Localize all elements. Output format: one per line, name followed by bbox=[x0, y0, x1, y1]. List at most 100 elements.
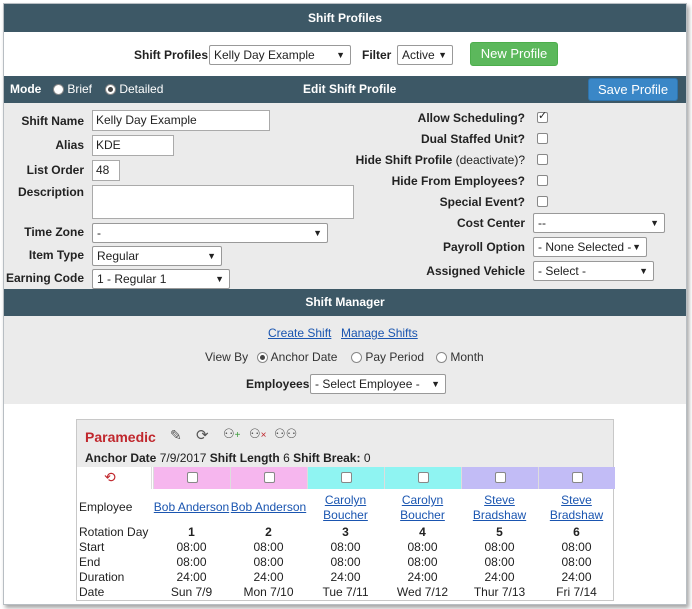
rotation-day-column: Bob Anderson 2 08:00 08:00 24:00 Mon 7/10 bbox=[230, 420, 307, 600]
employees-select[interactable]: - Select Employee - ▼ bbox=[310, 374, 446, 394]
time-zone-label: Time Zone bbox=[24, 225, 84, 239]
employee-name: Bob Anderson bbox=[153, 500, 230, 514]
rotation-day-value: 2 bbox=[265, 525, 272, 539]
employee-link[interactable]: Bob Anderson bbox=[153, 500, 230, 515]
payroll-option-value: - None Selected - bbox=[538, 240, 632, 254]
day-color-header bbox=[538, 467, 615, 489]
rotation-day-column: Carolyn Boucher 4 08:00 08:00 24:00 Wed 7/12 bbox=[384, 420, 461, 600]
rotation-grid: Paramedic ✎ ⟳ ⚇+ ⚇× ⚇⚇ Anchor Date 7/9/2… bbox=[76, 419, 615, 601]
create-shift-link[interactable]: Create Shift bbox=[268, 326, 331, 340]
employee-name: Steve Bradshaw bbox=[549, 493, 604, 522]
assigned-vehicle-value: - Select - bbox=[538, 264, 587, 278]
mode-brief-option[interactable]: Brief bbox=[53, 82, 92, 96]
dual-staffed-label: Dual Staffed Unit? bbox=[421, 132, 525, 146]
duration-value: 24:00 bbox=[253, 570, 284, 584]
time-zone-select[interactable]: - ▼ bbox=[92, 223, 328, 243]
view-anchor-date-option[interactable]: Anchor Date bbox=[257, 350, 337, 364]
day-select-checkbox[interactable] bbox=[417, 472, 429, 483]
end-time: 08:00 bbox=[484, 555, 515, 569]
view-month-label: Month bbox=[450, 350, 484, 364]
shift-name-input[interactable]: Kelly Day Example bbox=[92, 110, 270, 131]
hide-profile-sublabel: (deactivate)? bbox=[455, 153, 525, 167]
save-profile-button[interactable]: Save Profile bbox=[588, 78, 678, 101]
list-order-input[interactable]: 48 bbox=[92, 160, 120, 181]
day-select-checkbox[interactable] bbox=[186, 472, 198, 483]
date-value: Sun 7/9 bbox=[170, 585, 213, 599]
manage-shifts-link[interactable]: Manage Shifts bbox=[341, 326, 418, 340]
earning-code-select[interactable]: 1 - Regular 1 ▼ bbox=[92, 269, 230, 289]
anchor-date-label: Anchor Date bbox=[85, 451, 157, 465]
mode-detailed-option[interactable]: Detailed bbox=[105, 82, 163, 96]
filter-value: Active bbox=[402, 48, 435, 62]
employee-link[interactable]: Steve Bradshaw bbox=[538, 493, 615, 523]
duration-value: 24:00 bbox=[484, 570, 515, 584]
profile-form: Shift Name Kelly Day Example Alias KDE L… bbox=[4, 103, 686, 289]
rotation-day-value: 6 bbox=[573, 525, 580, 539]
payroll-option-select[interactable]: - None Selected - ▼ bbox=[533, 237, 647, 257]
view-pay-period-option[interactable]: Pay Period bbox=[351, 350, 424, 364]
day-color-header bbox=[384, 467, 461, 489]
employees-label: Employees bbox=[246, 377, 310, 391]
allow-scheduling-checkbox[interactable] bbox=[537, 109, 548, 123]
assigned-vehicle-select[interactable]: - Select - ▼ bbox=[533, 261, 654, 281]
duration-value: 24:00 bbox=[330, 570, 361, 584]
chevron-down-icon: ▼ bbox=[650, 218, 659, 228]
hide-profile-checkbox[interactable] bbox=[537, 154, 548, 165]
employee-link[interactable]: Bob Anderson bbox=[230, 500, 307, 515]
clear-rotation-icon[interactable]: ⟲ bbox=[104, 469, 116, 486]
employee-name: Carolyn Boucher bbox=[323, 493, 368, 522]
end-time: 08:00 bbox=[561, 555, 592, 569]
special-event-checkbox[interactable] bbox=[537, 196, 548, 207]
day-color-header bbox=[307, 467, 384, 489]
dual-staffed-checkbox[interactable] bbox=[537, 133, 548, 144]
duration-value: 24:00 bbox=[176, 570, 207, 584]
shift-profile-select[interactable]: Kelly Day Example ▼ bbox=[209, 45, 351, 65]
list-order-label: List Order bbox=[26, 163, 84, 177]
employee-link[interactable]: Carolyn Boucher bbox=[307, 493, 384, 523]
shift-manager-panel: Create Shift Manage Shifts View By Ancho… bbox=[4, 316, 686, 404]
description-textarea[interactable] bbox=[92, 185, 354, 219]
employee-link[interactable]: Steve Bradshaw bbox=[461, 493, 538, 523]
employee-link[interactable]: Carolyn Boucher bbox=[384, 493, 461, 523]
hide-from-employees-label: Hide From Employees? bbox=[391, 174, 525, 188]
employee-name: Steve Bradshaw bbox=[472, 493, 527, 522]
description-label: Description bbox=[17, 185, 84, 199]
start-time: 08:00 bbox=[561, 540, 592, 554]
alias-input[interactable]: KDE bbox=[92, 135, 174, 156]
view-pay-period-label: Pay Period bbox=[365, 350, 425, 364]
radio-selected-icon bbox=[257, 352, 268, 364]
cost-center-select[interactable]: -- ▼ bbox=[533, 213, 665, 233]
new-profile-button[interactable]: New Profile bbox=[470, 42, 558, 66]
hide-from-employees-checkbox[interactable] bbox=[537, 175, 548, 186]
chevron-down-icon: ▼ bbox=[438, 50, 447, 60]
alias-label: Alias bbox=[55, 138, 84, 152]
earning-code-value: 1 - Regular 1 bbox=[97, 272, 167, 286]
chevron-down-icon: ▼ bbox=[336, 50, 345, 60]
day-select-checkbox[interactable] bbox=[494, 472, 506, 483]
edit-profile-title: Edit Shift Profile bbox=[303, 82, 397, 96]
shift-name-label: Shift Name bbox=[21, 114, 84, 128]
edit-profile-bar: Mode Brief Detailed Edit Shift Profile S… bbox=[4, 76, 686, 103]
start-row-label: Start bbox=[79, 540, 105, 554]
payroll-option-label: Payroll Option bbox=[442, 240, 525, 254]
date-value: Mon 7/10 bbox=[243, 585, 294, 599]
grid-title: Paramedic bbox=[85, 429, 156, 445]
day-select-checkbox[interactable] bbox=[263, 472, 275, 483]
rotation-day-value: 5 bbox=[496, 525, 503, 539]
shift-manager-title: Shift Manager bbox=[4, 289, 686, 316]
cost-center-value: -- bbox=[538, 216, 546, 230]
earning-code-label: Earning Code bbox=[5, 271, 84, 285]
employee-name: Bob Anderson bbox=[230, 500, 307, 514]
day-select-checkbox[interactable] bbox=[340, 472, 352, 483]
end-time: 08:00 bbox=[330, 555, 361, 569]
rotation-day-column: Steve Bradshaw 6 08:00 08:00 24:00 Fri 7/14 bbox=[538, 420, 615, 600]
duration-value: 24:00 bbox=[407, 570, 438, 584]
start-time: 08:00 bbox=[253, 540, 284, 554]
item-type-select[interactable]: Regular ▼ bbox=[92, 246, 222, 266]
chevron-down-icon: ▼ bbox=[632, 242, 641, 252]
radio-selected-icon bbox=[105, 84, 116, 96]
view-month-option[interactable]: Month bbox=[436, 350, 484, 364]
filter-select[interactable]: Active ▼ bbox=[397, 45, 453, 65]
day-select-checkbox[interactable] bbox=[571, 472, 583, 483]
chevron-down-icon: ▼ bbox=[639, 266, 648, 276]
